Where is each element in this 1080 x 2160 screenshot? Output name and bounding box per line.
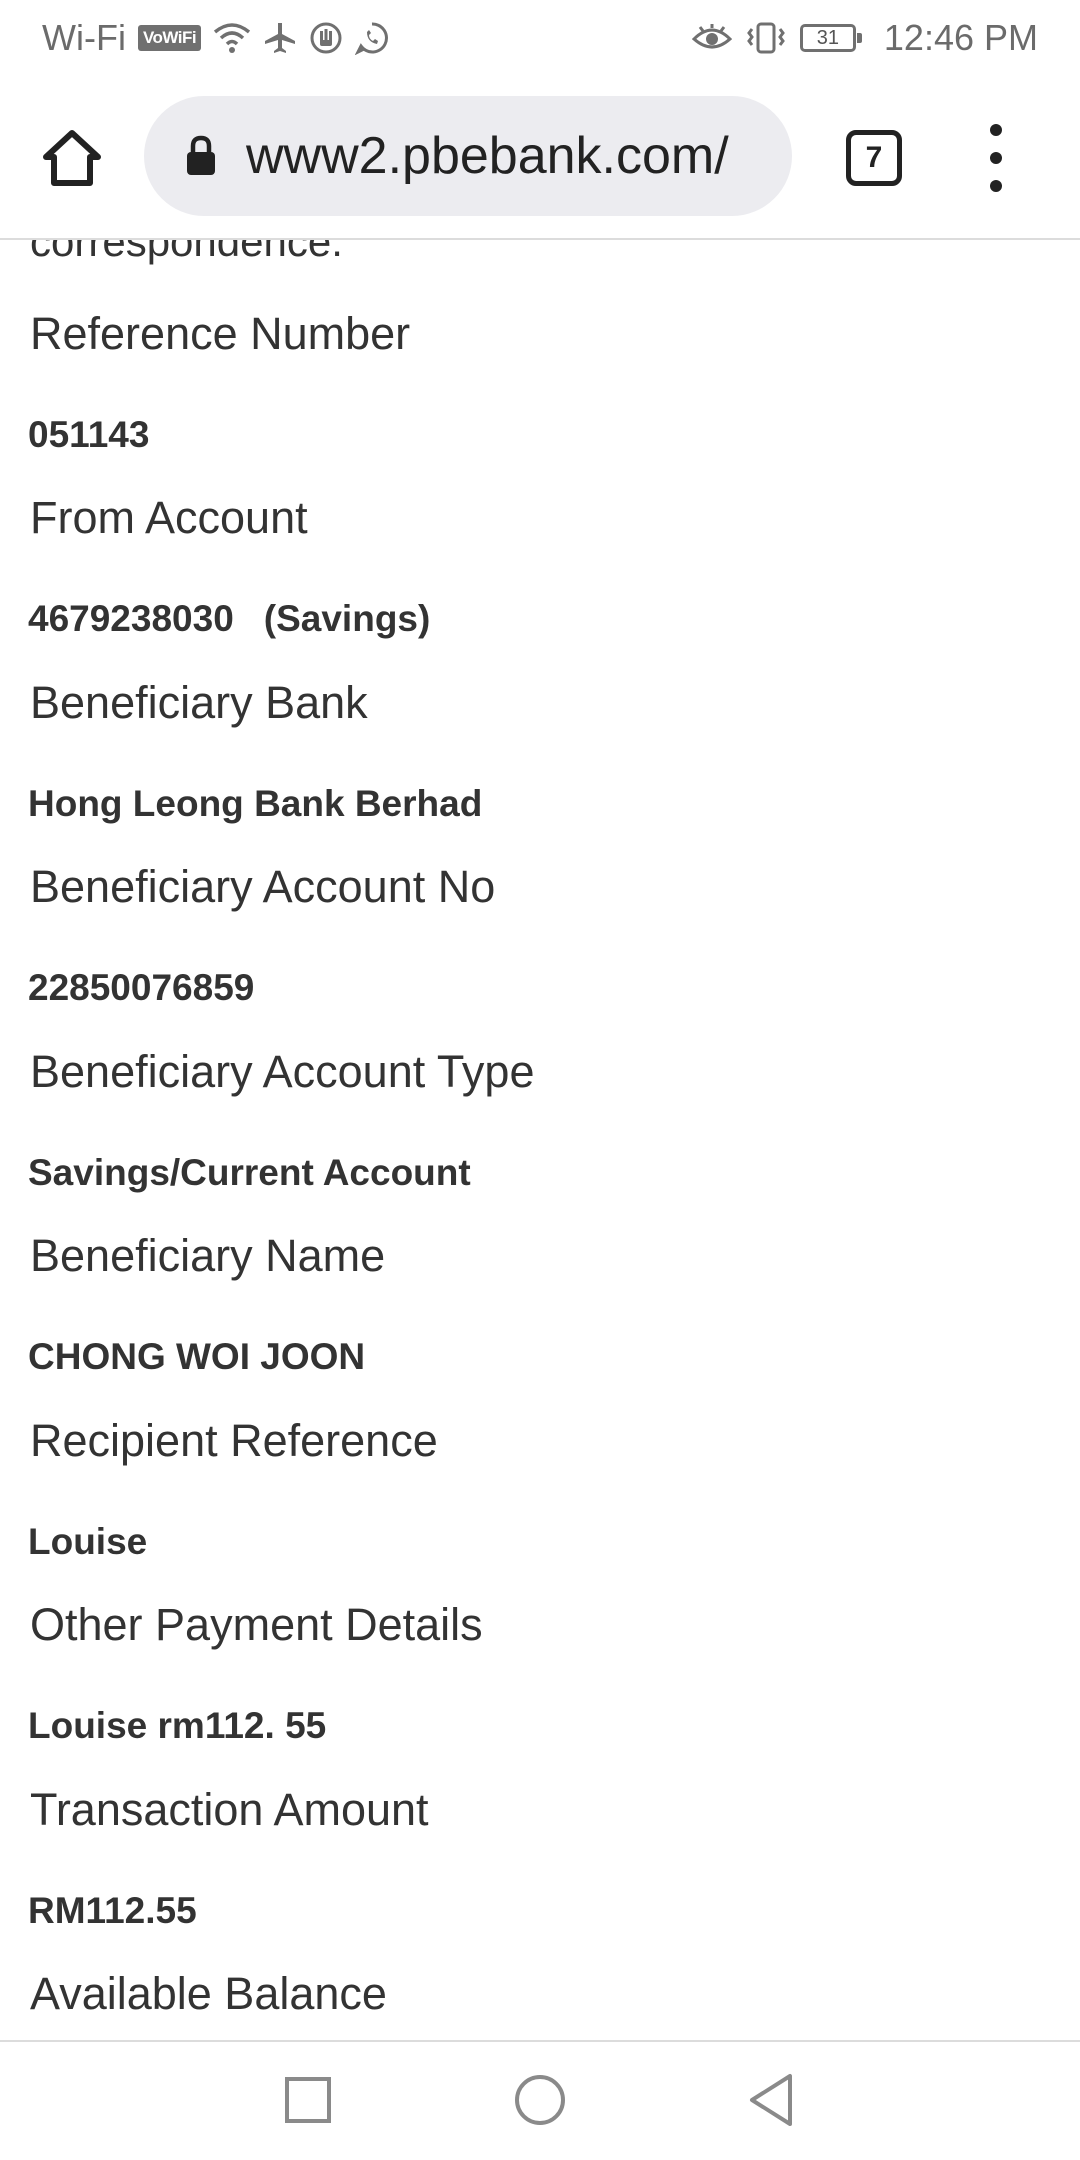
from-account-type: (Savings) bbox=[263, 598, 431, 639]
field-value-from-account: 4679238030 (Savings) bbox=[28, 598, 430, 640]
status-right: 31 12:46 PM bbox=[691, 17, 1038, 59]
hand-icon bbox=[309, 21, 343, 55]
more-vert-icon[interactable] bbox=[972, 124, 1020, 192]
tab-switcher-icon[interactable]: 7 bbox=[846, 130, 902, 186]
url-bar[interactable]: www2.pbebank.com/ bbox=[144, 96, 792, 216]
field-value-beneficiary-account-type: Savings/Current Account bbox=[28, 1152, 471, 1193]
back-icon[interactable] bbox=[740, 2068, 804, 2132]
wifi-icon bbox=[213, 22, 251, 54]
field-label-reference-number: Reference Number bbox=[30, 308, 411, 359]
field-label-from-account: From Account bbox=[30, 492, 308, 543]
browser-toolbar: www2.pbebank.com/ 7 bbox=[0, 76, 1080, 240]
field-label-transaction-amount: Transaction Amount bbox=[30, 1784, 429, 1835]
home-circle-icon[interactable] bbox=[508, 2068, 572, 2132]
page-content: correspondence. Reference Number 051143 … bbox=[0, 240, 1080, 2040]
field-value-recipient-reference: Louise bbox=[28, 1521, 148, 1562]
field-label-recipient-reference: Recipient Reference bbox=[30, 1415, 438, 1466]
from-account-number: 4679238030 bbox=[28, 598, 234, 639]
airplane-icon bbox=[263, 21, 297, 55]
field-label-beneficiary-account-type: Beneficiary Account Type bbox=[30, 1046, 535, 1097]
status-bar: Wi-Fi VoWiFi 31 12:46 PM bbox=[0, 0, 1080, 76]
vowifi-badge: VoWiFi bbox=[137, 25, 202, 51]
url-text: www2.pbebank.com/ bbox=[246, 127, 729, 185]
field-value-beneficiary-name: CHONG WOI JOON bbox=[28, 1336, 366, 1377]
battery-icon: 31 bbox=[799, 24, 862, 52]
field-label-beneficiary-bank: Beneficiary Bank bbox=[30, 677, 368, 728]
clock: 12:46 PM bbox=[883, 17, 1038, 58]
status-left: Wi-Fi VoWiFi bbox=[42, 17, 389, 59]
field-value-reference-number: 051143 bbox=[28, 414, 150, 455]
field-label-beneficiary-account-no: Beneficiary Account No bbox=[30, 861, 496, 912]
intro-text: correspondence. bbox=[30, 240, 343, 265]
field-label-beneficiary-name: Beneficiary Name bbox=[30, 1230, 386, 1281]
field-value-transaction-amount: RM112.55 bbox=[28, 1890, 197, 1931]
lock-icon bbox=[184, 134, 218, 178]
field-value-beneficiary-account-no: 22850076859 bbox=[28, 967, 255, 1008]
field-value-beneficiary-bank: Hong Leong Bank Berhad bbox=[28, 783, 483, 824]
field-label-other-payment-details: Other Payment Details bbox=[30, 1599, 483, 1650]
system-nav-bar bbox=[0, 2040, 1080, 2160]
field-label-available-balance: Available Balance bbox=[30, 1968, 387, 2019]
home-icon[interactable] bbox=[36, 126, 108, 190]
recents-icon[interactable] bbox=[276, 2068, 340, 2132]
vibrate-icon bbox=[744, 21, 788, 55]
phone-screen: Wi-Fi VoWiFi 31 12:46 PM www2.pbebank.co… bbox=[0, 0, 1080, 2160]
eye-icon bbox=[691, 23, 732, 53]
wifi-label: Wi-Fi bbox=[42, 17, 126, 58]
field-value-other-payment-details: Louise rm112. 55 bbox=[28, 1705, 327, 1746]
whatsapp-icon bbox=[355, 21, 389, 55]
